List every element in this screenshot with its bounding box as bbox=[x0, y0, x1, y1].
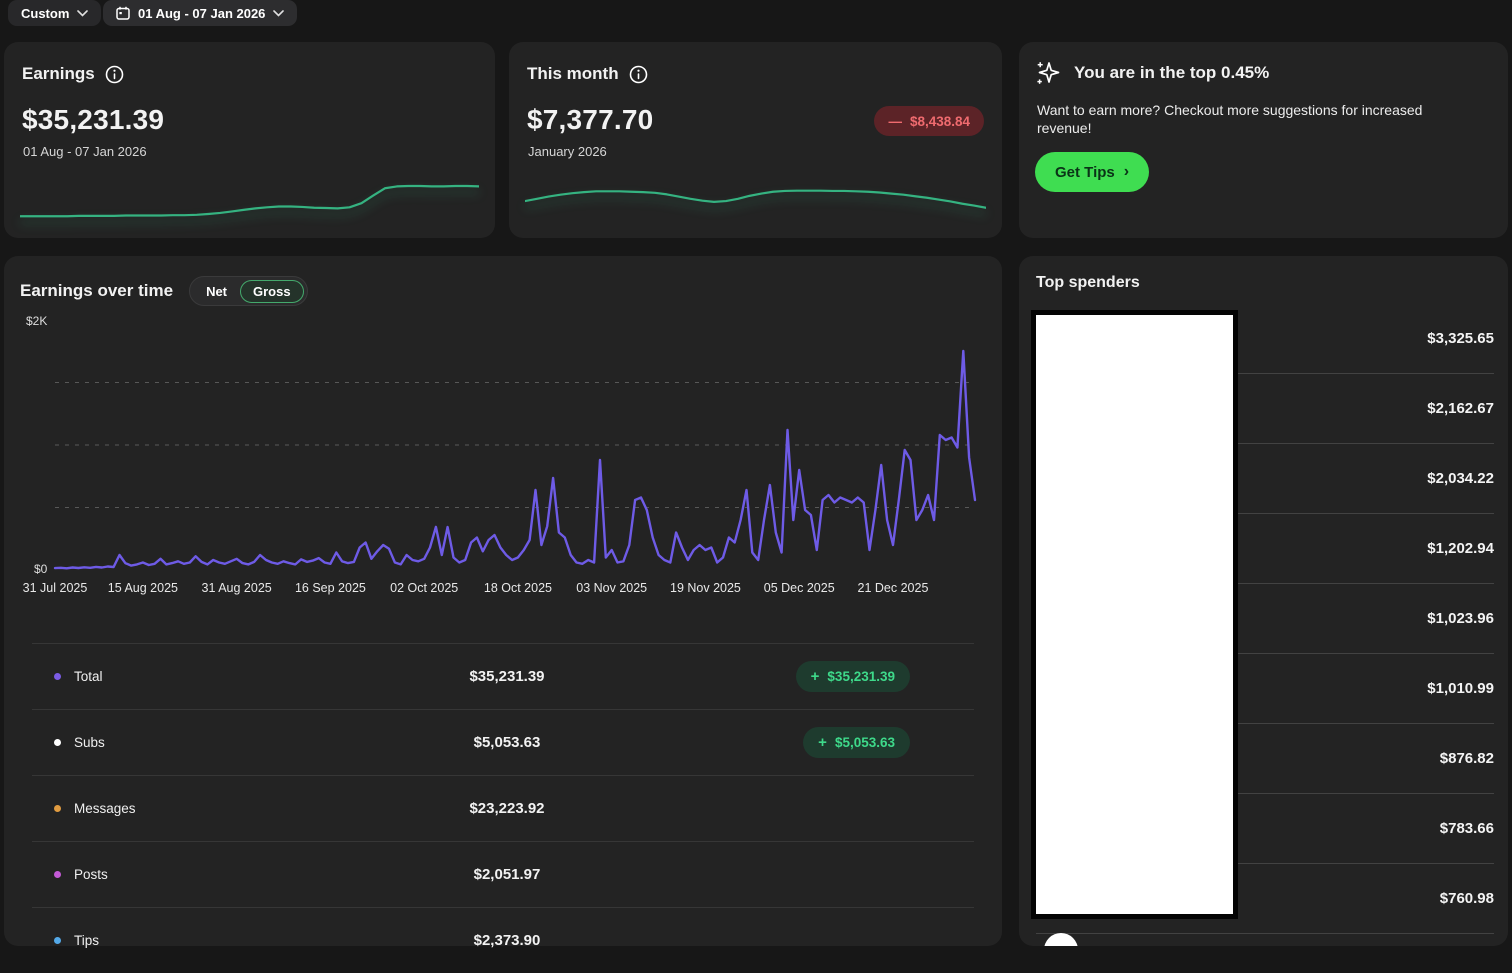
calendar-icon bbox=[116, 6, 130, 20]
badge-amount: $5,053.63 bbox=[835, 735, 895, 750]
series-value: $23,223.92 bbox=[342, 800, 672, 817]
promo-body-text: Want to earn more? Checkout more suggest… bbox=[1037, 102, 1461, 138]
x-axis-tick: 03 Nov 2025 bbox=[576, 581, 647, 595]
earnings-summary-table: Total$35,231.39+$35,231.39Subs$5,053.63+… bbox=[32, 643, 974, 973]
negative-delta-badge: — $8,438.84 bbox=[874, 106, 984, 136]
this-month-card: This month $7,377.70 January 2026 — $8,4… bbox=[509, 42, 1002, 238]
date-filter-mode-pill[interactable]: Custom bbox=[8, 0, 101, 26]
sparkle-icon bbox=[1036, 60, 1061, 86]
get-tips-label: Get Tips bbox=[1055, 164, 1115, 181]
get-tips-button[interactable]: Get Tips › bbox=[1035, 152, 1149, 192]
minus-icon: — bbox=[888, 114, 902, 129]
plus-icon: + bbox=[811, 669, 820, 684]
spender-amount: $1,010.99 bbox=[1427, 680, 1494, 697]
earnings-sparkline bbox=[20, 180, 479, 220]
spender-amount: $760.98 bbox=[1440, 890, 1494, 907]
series-value: $5,053.63 bbox=[342, 734, 672, 751]
positive-amount-badge: + $35,231.39 bbox=[796, 661, 910, 692]
series-color-dot bbox=[54, 805, 61, 812]
plus-icon: + bbox=[818, 735, 827, 750]
x-axis: 31 Jul 202515 Aug 202531 Aug 202516 Sep … bbox=[55, 581, 975, 597]
badge-amount: $35,231.39 bbox=[827, 669, 895, 684]
series-label: Posts bbox=[74, 867, 108, 882]
spender-amount: $1,023.96 bbox=[1427, 610, 1494, 627]
x-axis-tick: 18 Oct 2025 bbox=[484, 581, 552, 595]
earnings-period: 01 Aug - 07 Jan 2026 bbox=[23, 144, 147, 159]
info-icon[interactable] bbox=[629, 65, 648, 84]
earnings-card: Earnings $35,231.39 01 Aug - 07 Jan 2026 bbox=[4, 42, 495, 238]
this-month-period: January 2026 bbox=[528, 144, 607, 159]
promo-headline: You are in the top 0.45% bbox=[1074, 63, 1269, 83]
earnings-over-time-card: Earnings over time Net Gross $2K $0 31 J… bbox=[4, 256, 1002, 946]
date-range-label: 01 Aug - 07 Jan 2026 bbox=[138, 6, 265, 21]
this-month-amount: $7,377.70 bbox=[527, 104, 653, 136]
this-month-card-title: This month bbox=[527, 64, 619, 84]
avatar bbox=[1044, 933, 1078, 946]
toggle-option-gross[interactable]: Gross bbox=[240, 280, 304, 303]
top-percent-promo-card: You are in the top 0.45% Want to earn mo… bbox=[1019, 42, 1508, 238]
spender-amount: $1,202.94 bbox=[1427, 540, 1494, 557]
series-value: $35,231.39 bbox=[342, 668, 672, 685]
x-axis-tick: 31 Jul 2025 bbox=[23, 581, 88, 595]
y-axis-label-top: $2K bbox=[26, 314, 47, 328]
series-color-dot bbox=[54, 871, 61, 878]
series-color-dot bbox=[54, 739, 61, 746]
chart-title: Earnings over time bbox=[20, 281, 173, 301]
redaction-overlay bbox=[1031, 310, 1238, 919]
spender-amount: $3,325.65 bbox=[1427, 330, 1494, 347]
chevron-right-icon: › bbox=[1124, 164, 1129, 180]
series-label: Total bbox=[74, 669, 103, 684]
earnings-amount: $35,231.39 bbox=[22, 104, 164, 136]
date-range-pill[interactable]: 01 Aug - 07 Jan 2026 bbox=[103, 0, 297, 26]
series-color-dot bbox=[54, 937, 61, 944]
summary-row-total[interactable]: Total $35,231.39 + $35,231.39 bbox=[32, 643, 974, 709]
summary-row-subs[interactable]: Subs $5,053.63 + $5,053.63 bbox=[32, 709, 974, 775]
toggle-option-net[interactable]: Net bbox=[193, 280, 240, 303]
series-value: $2,373.90 bbox=[342, 932, 672, 949]
spender-amount: $2,162.67 bbox=[1427, 400, 1494, 417]
top-spenders-card: Top spenders $3,325.65 $2,162.67 $2,034.22… bbox=[1019, 256, 1508, 946]
x-axis-tick: 21 Dec 2025 bbox=[858, 581, 929, 595]
this-month-sparkline bbox=[525, 176, 986, 216]
spender-amount: $2,034.22 bbox=[1427, 470, 1494, 487]
spender-amount: $876.82 bbox=[1440, 750, 1494, 767]
spender-amount: $783.66 bbox=[1440, 820, 1494, 837]
summary-row-posts[interactable]: Posts $2,051.97 bbox=[32, 841, 974, 907]
info-icon[interactable] bbox=[105, 65, 124, 84]
positive-amount-badge: + $5,053.63 bbox=[803, 727, 910, 758]
x-axis-tick: 15 Aug 2025 bbox=[108, 581, 178, 595]
summary-row-tips[interactable]: Tips$2,373.90 bbox=[32, 907, 974, 973]
series-color-dot bbox=[54, 673, 61, 680]
earnings-card-title: Earnings bbox=[22, 64, 95, 84]
x-axis-tick: 19 Nov 2025 bbox=[670, 581, 741, 595]
net-gross-toggle: Net Gross bbox=[189, 276, 308, 306]
series-label: Subs bbox=[74, 735, 105, 750]
x-axis-tick: 05 Dec 2025 bbox=[764, 581, 835, 595]
series-value: $2,051.97 bbox=[342, 866, 672, 883]
y-axis-label-bottom: $0 bbox=[34, 562, 47, 576]
chevron-down-icon bbox=[77, 10, 88, 17]
x-axis-tick: 02 Oct 2025 bbox=[390, 581, 458, 595]
x-axis-tick: 16 Sep 2025 bbox=[295, 581, 366, 595]
series-label: Messages bbox=[74, 801, 136, 816]
chevron-down-icon bbox=[273, 10, 284, 17]
earnings-line-chart bbox=[55, 320, 975, 570]
top-spenders-title: Top spenders bbox=[1036, 274, 1140, 292]
summary-row-messages[interactable]: Messages $23,223.92 bbox=[32, 775, 974, 841]
x-axis-tick: 31 Aug 2025 bbox=[202, 581, 272, 595]
delta-amount: $8,438.84 bbox=[910, 114, 970, 129]
filter-label: Custom bbox=[21, 6, 69, 21]
